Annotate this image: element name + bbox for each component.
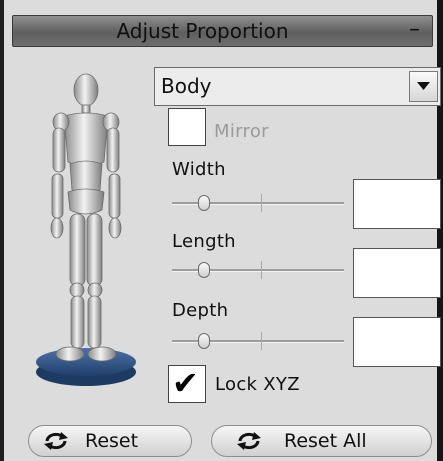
depth-slider[interactable] [172,330,344,352]
depth-label: Depth [172,300,229,321]
slider-thumb[interactable] [198,195,210,211]
length-label: Length [172,231,236,252]
reset-icon [44,432,68,450]
reset-all-label: Reset All [284,430,367,452]
depth-value-field[interactable] [353,317,441,367]
reset-all-button[interactable]: Reset All [211,425,432,457]
slider-thumb[interactable] [198,333,210,349]
mannequin-body [50,73,122,362]
pedestal-base [36,348,136,386]
reset-label: Reset [85,430,139,452]
lock-xyz-checkbox[interactable]: ✔ [168,364,206,403]
slider-thumb[interactable] [198,262,210,278]
body-part-dropdown[interactable]: Body [154,67,441,106]
slider-tick [261,261,262,279]
length-slider[interactable] [172,259,344,281]
adjust-proportion-panel: Adjust Proportion – Body Mirror Width Le… [4,0,441,461]
reset-button[interactable]: Reset [28,425,192,457]
body-part-selected: Body [161,74,212,98]
length-value-field[interactable] [353,248,441,298]
panel-header[interactable]: Adjust Proportion – [12,15,433,47]
chevron-down-icon [417,82,430,90]
panel-title: Adjust Proportion [116,19,289,43]
mannequin-figure[interactable] [26,62,146,402]
reset-icon [237,432,261,450]
mirror-label: Mirror [214,121,269,142]
slider-tick [261,332,262,350]
lock-xyz-label: Lock XYZ [215,374,300,395]
collapse-button[interactable]: – [409,16,420,46]
width-slider[interactable] [172,192,344,214]
checkmark-icon: ✔ [172,364,199,402]
width-label: Width [172,159,226,180]
mirror-checkbox[interactable] [168,108,206,146]
width-value-field[interactable] [353,179,441,229]
dropdown-arrow-button[interactable] [409,71,438,102]
slider-tick [261,194,262,212]
